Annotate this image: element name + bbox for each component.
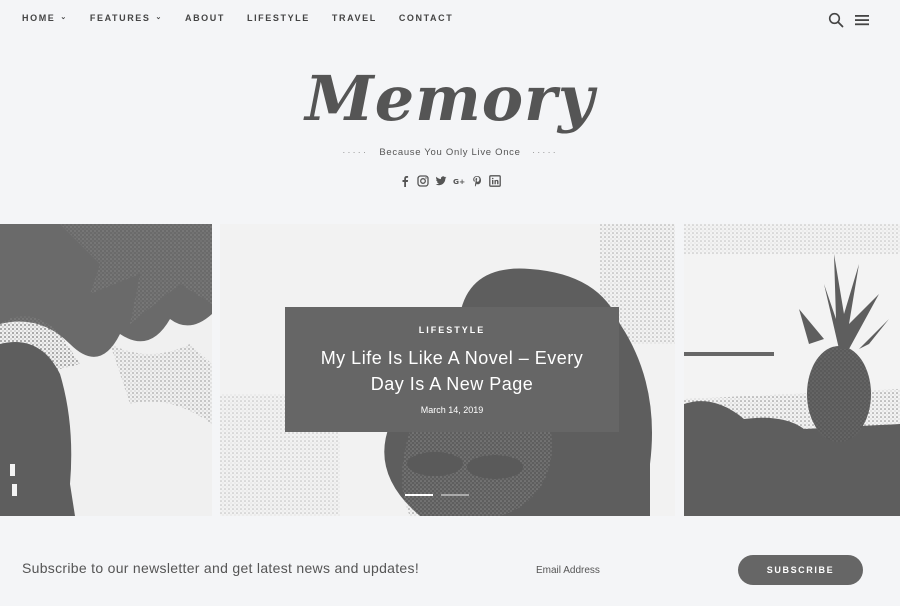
google-plus-icon[interactable]: G+ xyxy=(453,175,465,187)
nav-item-label: HOME xyxy=(22,13,56,23)
twitter-icon[interactable] xyxy=(435,175,447,187)
chevron-down-icon: ⌄ xyxy=(155,14,163,21)
post-date: March 14, 2019 xyxy=(420,405,484,415)
nav-item-label: LIFESTYLE xyxy=(246,13,310,23)
email-field[interactable] xyxy=(530,560,720,580)
nav-item-travel[interactable]: TRAVEL xyxy=(332,13,377,23)
newsletter-bar: Subscribe to our newsletter and get late… xyxy=(0,540,900,600)
linkedin-icon[interactable] xyxy=(489,175,501,187)
nav-item-features[interactable]: FEATURES ⌄ xyxy=(90,13,163,23)
pinterest-icon[interactable] xyxy=(471,175,483,187)
slider-dot[interactable] xyxy=(441,494,469,496)
logo-text: Memory xyxy=(303,62,598,135)
post-category[interactable]: LIFESTYLE xyxy=(285,325,619,335)
hamburger-menu-icon[interactable] xyxy=(854,12,870,28)
nav-item-home[interactable]: HOME ⌄ xyxy=(22,13,68,23)
tagline-dots-left: ····· xyxy=(342,147,369,158)
slide-image-left[interactable] xyxy=(0,224,212,516)
nav-item-label: FEATURES xyxy=(89,13,151,23)
featured-post-card[interactable]: LIFESTYLE My Life Is Like A Novel – Ever… xyxy=(285,307,619,432)
nav-item-contact[interactable]: CONTACT xyxy=(399,13,454,23)
top-navigation: HOME ⌄ FEATURES ⌄ ABOUT LIFESTYLE TRAVEL… xyxy=(0,0,900,40)
nav-item-label: TRAVEL xyxy=(331,13,377,23)
svg-text:G+: G+ xyxy=(453,177,465,186)
newsletter-text: Subscribe to our newsletter and get late… xyxy=(22,560,420,576)
tagline-dots-right: ····· xyxy=(531,147,558,158)
site-tagline: ····· Because You Only Live Once ····· xyxy=(0,147,900,158)
tagline-text: Because You Only Live Once xyxy=(379,147,521,158)
site-logo[interactable]: Memory xyxy=(0,50,900,145)
nav-item-label: CONTACT xyxy=(398,13,454,23)
chevron-down-icon: ⌄ xyxy=(60,14,68,21)
slider-dot[interactable] xyxy=(405,494,433,496)
slider-pagination xyxy=(405,494,477,496)
slide-image-right[interactable] xyxy=(684,224,900,516)
social-links: G+ xyxy=(0,175,900,187)
main-menu: HOME ⌄ FEATURES ⌄ ABOUT LIFESTYLE TRAVEL… xyxy=(22,13,475,23)
facebook-icon[interactable] xyxy=(399,175,411,187)
nav-icon-group xyxy=(818,12,870,28)
nav-item-lifestyle[interactable]: LIFESTYLE xyxy=(247,13,310,23)
subscribe-button[interactable]: SUBSCRIBE xyxy=(738,555,863,585)
post-title[interactable]: My Life Is Like A Novel – Every Day Is A… xyxy=(302,345,602,397)
search-icon[interactable] xyxy=(828,12,844,28)
instagram-icon[interactable] xyxy=(417,175,429,187)
nav-item-about[interactable]: ABOUT xyxy=(185,13,225,23)
nav-item-label: ABOUT xyxy=(184,13,225,23)
